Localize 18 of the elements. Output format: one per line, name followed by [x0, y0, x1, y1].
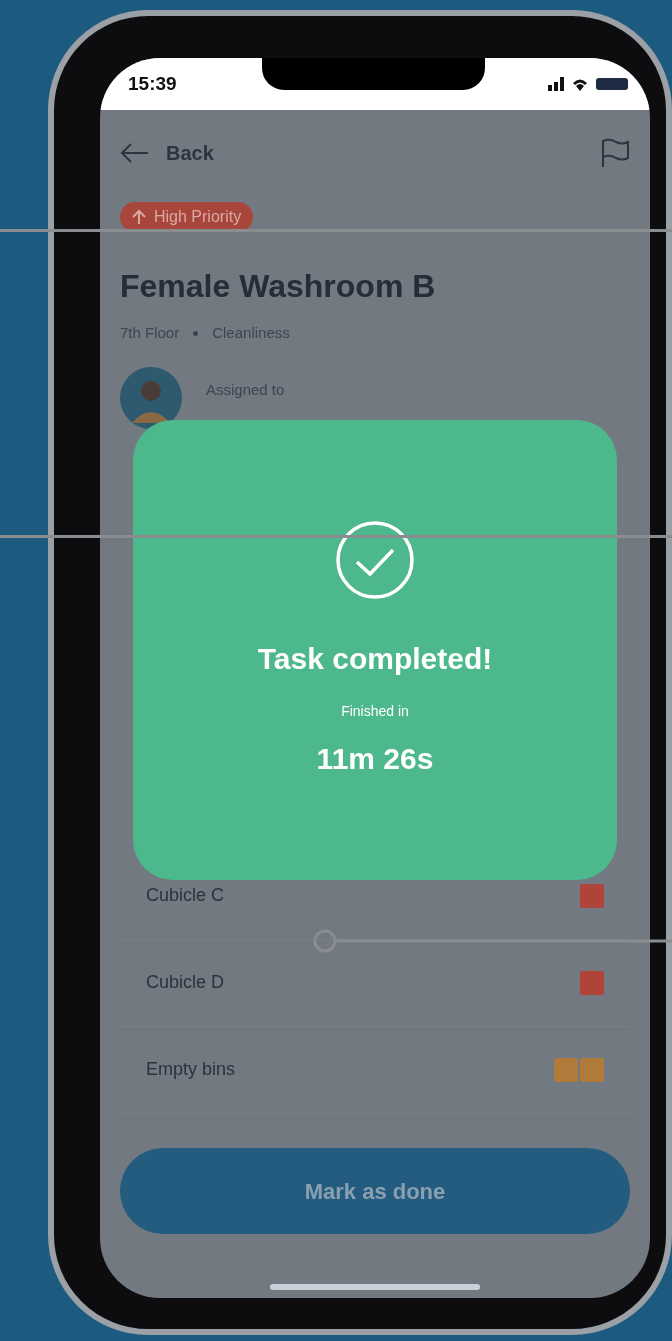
- battery-icon: [596, 78, 628, 90]
- back-arrow-icon: [120, 142, 150, 164]
- finished-label: Finished in: [341, 702, 409, 721]
- flag-icon[interactable]: [600, 138, 630, 168]
- task-title: Female Washroom B: [120, 267, 437, 306]
- signal-icon: [548, 77, 564, 91]
- checklist-item[interactable]: Cubicle C: [146, 882, 225, 909]
- duration-text: 11m 26s: [316, 741, 434, 777]
- checklist-item[interactable]: Empty bins: [146, 1056, 236, 1083]
- status-time: 15:39: [128, 71, 177, 96]
- dialog-title: Task completed!: [257, 641, 493, 677]
- avatar: [120, 366, 182, 429]
- priority-badge: High Priority: [120, 202, 254, 232]
- up-arrow-icon: [132, 209, 146, 225]
- back-button[interactable]: Back: [120, 138, 214, 168]
- checklist-item[interactable]: Cubicle D: [146, 969, 225, 996]
- check-circle-icon: [335, 520, 415, 600]
- wifi-icon: [572, 77, 588, 91]
